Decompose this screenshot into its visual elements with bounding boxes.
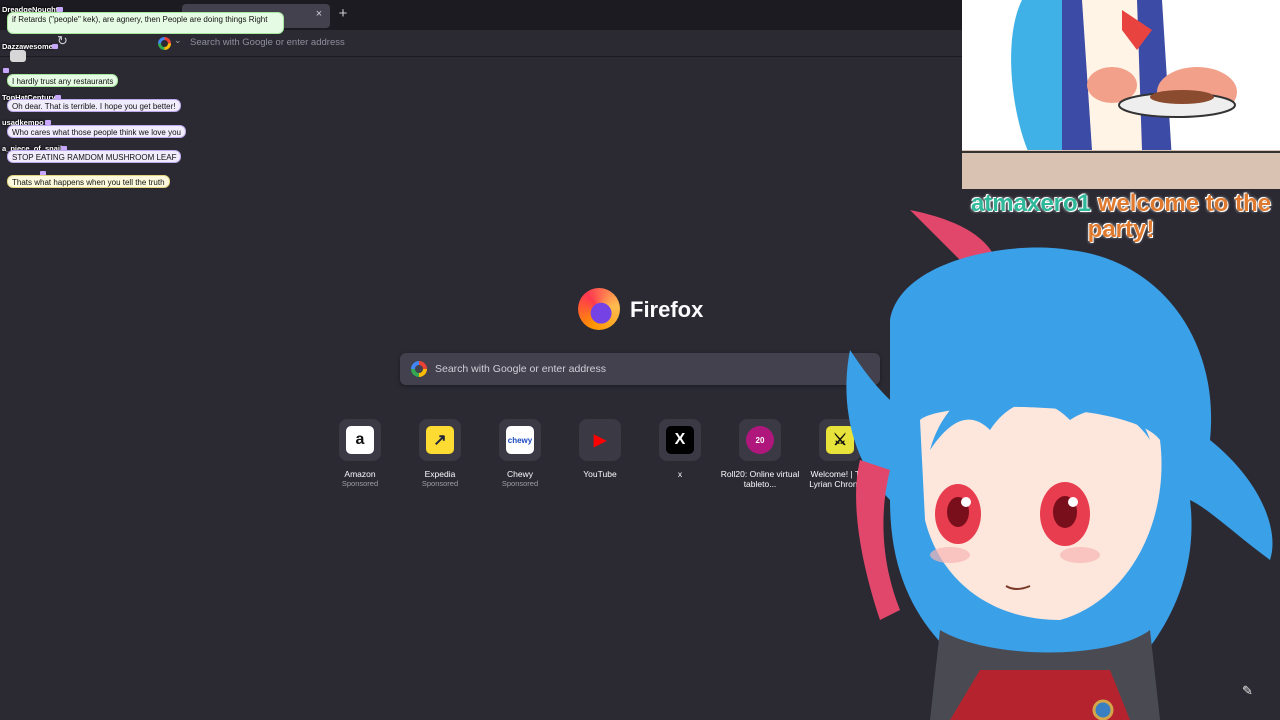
chat-message: Oh dear. That is terrible. I hope you ge… [7, 99, 181, 112]
chat-message: Thats what happens when you tell the tru… [7, 175, 170, 188]
badge-icon [52, 44, 58, 49]
top-site-label: Expedia [424, 469, 456, 479]
firefox-wordmark: Firefox [630, 297, 704, 322]
close-icon[interactable]: × [312, 7, 326, 21]
chat-message-text: Thats what happens when you tell the tru… [12, 178, 165, 187]
chat-message: I hardly trust any restaurants [7, 74, 119, 87]
youtube-icon: ▶ [586, 426, 614, 454]
new-tab-button[interactable]: + [336, 6, 350, 22]
edit-icon[interactable]: ✎ [1242, 683, 1253, 699]
chat-message-text: STOP EATING RAMDOM MUSHROOM LEAF [12, 153, 177, 162]
top-site-tile[interactable]: chewy [499, 419, 541, 461]
chat-message: if Retards ("people" kek), are agnery, t… [7, 12, 284, 34]
top-site-1[interactable]: ↗ Expedia Sponsored [400, 419, 480, 489]
stream-gif-image [962, 0, 1280, 189]
chat-message-text: Who cares what those people think we lov… [12, 128, 181, 137]
top-site-tile[interactable]: ▶ [579, 419, 621, 461]
sponsored-label: Sponsored [341, 479, 379, 488]
top-site-label: x [677, 469, 683, 479]
top-site-label: Amazon [344, 469, 376, 479]
newtab-search-box[interactable]: Search with Google or enter address [400, 353, 880, 385]
top-site-tile[interactable]: 20 [739, 419, 781, 461]
sponsored-label: Sponsored [501, 479, 539, 488]
chat-message: Who cares what those people think we lov… [7, 125, 186, 138]
chat-message-text: Oh dear. That is terrible. I hope you ge… [12, 102, 176, 111]
top-site-label: YouTube [583, 469, 617, 479]
sponsored-label: Sponsored [421, 479, 459, 488]
search-input[interactable]: Search with Google or enter address [435, 363, 606, 375]
expedia-icon: ↗ [426, 426, 454, 454]
top-site-5[interactable]: 20 Roll20: Online virtual tableto... [720, 419, 800, 489]
amazon-icon: a [346, 426, 374, 454]
emote-icon [10, 50, 26, 62]
top-site-tile[interactable]: a [339, 419, 381, 461]
chat-username: Dazzawesome [2, 42, 53, 51]
chat-message-text: if Retards ("people" kek), are agnery, t… [12, 15, 268, 24]
top-site-0[interactable]: a Amazon Sponsored [320, 419, 400, 489]
top-site-3[interactable]: ▶ YouTube [560, 419, 640, 479]
chat-message: STOP EATING RAMDOM MUSHROOM LEAF [7, 150, 182, 163]
vtuber-avatar [846, 210, 1273, 720]
badge-icon [3, 68, 9, 73]
chat-message-text: I hardly trust any restaurants [12, 77, 114, 86]
firefox-logo-icon [578, 288, 620, 330]
top-site-2[interactable]: chewy Chewy Sponsored [480, 419, 560, 489]
x-icon: X [666, 426, 694, 454]
top-site-label: Roll20: Online virtual tableto... [720, 469, 800, 489]
top-site-label: Chewy [507, 469, 533, 479]
chewy-icon: chewy [506, 426, 534, 454]
google-icon [411, 361, 427, 377]
top-site-tile[interactable]: X [659, 419, 701, 461]
stream-chat: DreadgeNought if Retards ("people" kek),… [0, 0, 300, 200]
roll20-icon: 20 [746, 426, 774, 454]
top-site-4[interactable]: Xx [640, 419, 720, 479]
top-site-tile[interactable]: ↗ [419, 419, 461, 461]
